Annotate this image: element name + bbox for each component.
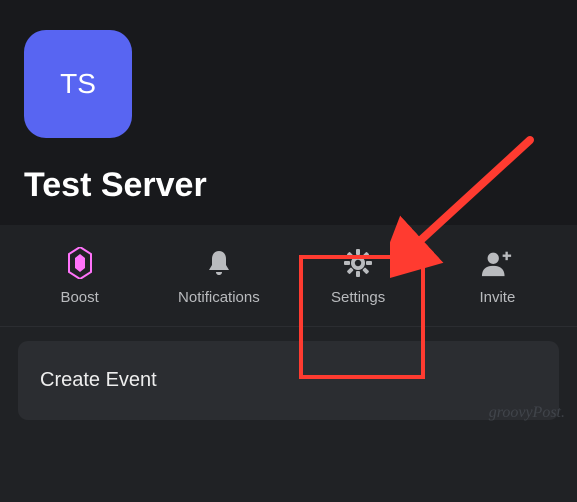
bell-icon <box>203 247 235 279</box>
gear-icon <box>342 247 374 279</box>
server-icon[interactable]: TS <box>24 30 132 138</box>
boost-icon <box>64 247 96 279</box>
server-header: TS Test Server <box>0 0 577 225</box>
invite-button[interactable]: Invite <box>428 247 567 306</box>
server-title: Test Server <box>24 166 553 205</box>
notifications-label: Notifications <box>178 289 260 306</box>
settings-label: Settings <box>331 289 385 306</box>
create-event-label: Create Event <box>40 369 537 392</box>
boost-label: Boost <box>60 289 98 306</box>
settings-button[interactable]: Settings <box>289 247 428 306</box>
server-initials: TS <box>60 68 96 100</box>
create-event-card[interactable]: Create Event <box>18 341 559 420</box>
action-row: Boost Notifications <box>0 225 577 327</box>
add-user-icon <box>481 247 513 279</box>
notifications-button[interactable]: Notifications <box>149 247 288 306</box>
invite-label: Invite <box>479 289 515 306</box>
watermark: groovyPost. <box>489 404 565 422</box>
boost-button[interactable]: Boost <box>10 247 149 306</box>
